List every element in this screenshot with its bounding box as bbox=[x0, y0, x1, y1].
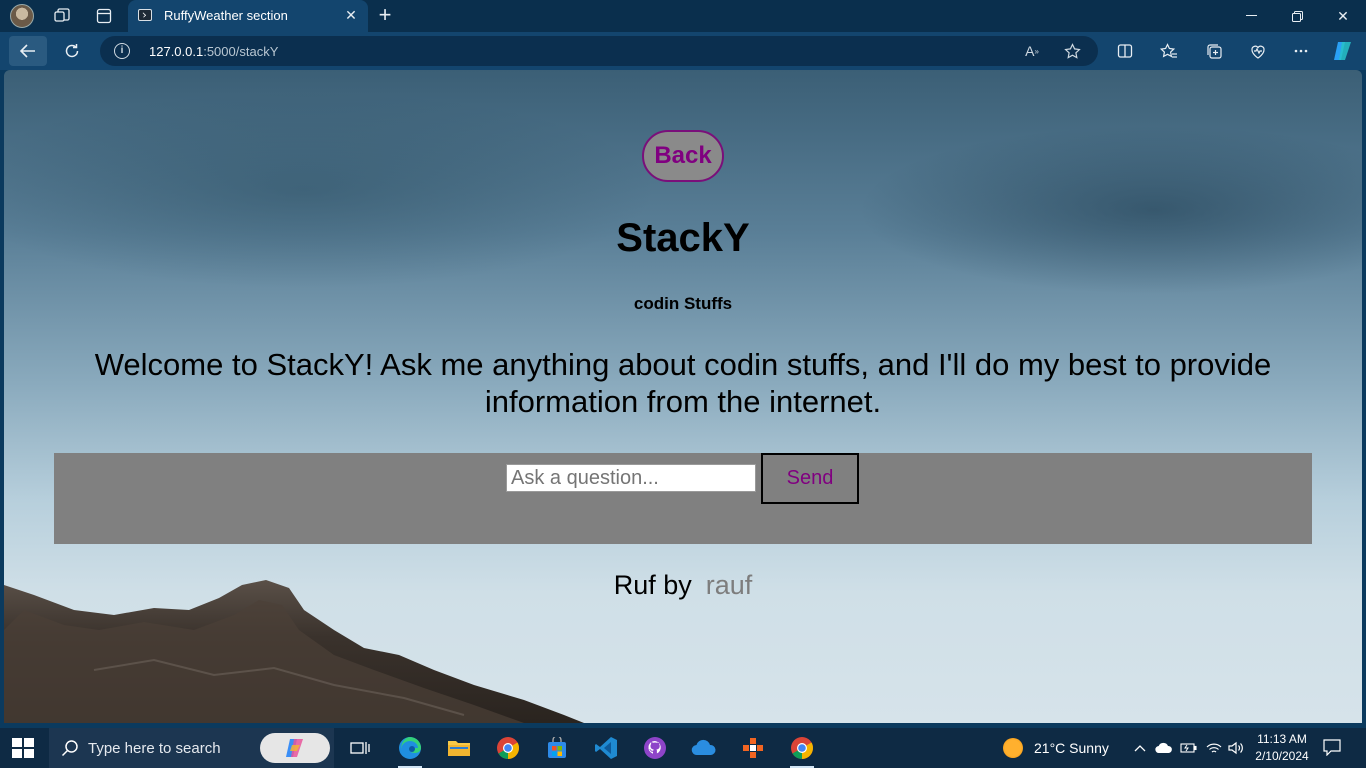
copilot-icon[interactable] bbox=[1330, 38, 1356, 64]
chat-box: Send bbox=[54, 453, 1312, 544]
windows-taskbar: Type here to search 21°C Sunny 11:13 AM … bbox=[0, 728, 1366, 768]
task-view-icon[interactable] bbox=[344, 732, 376, 764]
browser-toolbar: i 127.0.0.1:5000/stackY A» bbox=[0, 32, 1366, 70]
speaker-icon[interactable] bbox=[1226, 738, 1246, 758]
close-tab-icon[interactable]: ✕ bbox=[341, 5, 361, 25]
battery-icon[interactable] bbox=[1179, 738, 1199, 758]
split-screen-icon[interactable] bbox=[1112, 38, 1138, 64]
chevron-up-icon[interactable] bbox=[1130, 738, 1150, 758]
workspaces-icon[interactable] bbox=[50, 4, 74, 28]
close-window-icon[interactable]: ✕ bbox=[1320, 0, 1366, 32]
chrome-app-icon-2[interactable] bbox=[786, 732, 818, 768]
new-tab-plus-icon[interactable]: + bbox=[372, 3, 398, 29]
browser-essentials-icon[interactable] bbox=[1245, 38, 1271, 64]
favorites-icon[interactable] bbox=[1156, 38, 1182, 64]
footer-prefix: Ruf by bbox=[613, 570, 692, 600]
url-text[interactable]: 127.0.0.1:5000/stackY bbox=[149, 44, 278, 59]
taskbar-search-box[interactable]: Type here to search bbox=[49, 728, 334, 768]
address-bar[interactable]: i 127.0.0.1:5000/stackY A» bbox=[100, 36, 1098, 66]
microsoft-store-icon[interactable] bbox=[541, 732, 573, 764]
copilot-search-icon[interactable] bbox=[260, 733, 330, 763]
system-clock[interactable]: 11:13 AM 2/10/2024 bbox=[1249, 731, 1315, 765]
github-desktop-icon[interactable] bbox=[639, 732, 671, 764]
clock-date: 2/10/2024 bbox=[1255, 749, 1309, 763]
page-title: StackY bbox=[616, 216, 750, 260]
restore-icon[interactable] bbox=[1274, 0, 1320, 32]
url-path: :5000/stackY bbox=[203, 44, 279, 59]
browser-back-arrow-icon[interactable] bbox=[9, 36, 47, 66]
footer-author-link[interactable]: rauf bbox=[706, 570, 753, 600]
browser-tab-active[interactable]: RuffyWeather section ✕ bbox=[128, 0, 368, 32]
send-button[interactable]: Send bbox=[761, 453, 859, 504]
welcome-message: Welcome to StackY! Ask me anything about… bbox=[94, 347, 1272, 419]
vscode-app-icon[interactable] bbox=[590, 732, 622, 764]
flutter-tool-app-icon[interactable] bbox=[737, 732, 769, 764]
tab-actions-icon[interactable] bbox=[92, 4, 116, 28]
profile-avatar-icon[interactable] bbox=[10, 4, 34, 28]
file-explorer-icon[interactable] bbox=[443, 732, 475, 764]
site-info-icon[interactable]: i bbox=[114, 43, 130, 59]
read-aloud-icon[interactable]: A» bbox=[1022, 41, 1042, 61]
notification-center-icon[interactable] bbox=[1322, 738, 1344, 758]
question-input[interactable] bbox=[506, 464, 756, 492]
refresh-icon[interactable] bbox=[56, 36, 88, 66]
chrome-app-icon[interactable] bbox=[492, 732, 524, 764]
edge-app-icon[interactable] bbox=[394, 732, 426, 768]
collections-icon[interactable] bbox=[1201, 38, 1227, 64]
clock-time: 11:13 AM bbox=[1257, 732, 1307, 746]
windows-start-icon[interactable] bbox=[12, 738, 34, 758]
weather-text: 21°C Sunny bbox=[1034, 740, 1109, 756]
terminal-favicon-icon bbox=[138, 9, 152, 21]
back-link-button[interactable]: Back bbox=[642, 130, 724, 182]
search-placeholder: Type here to search bbox=[88, 740, 221, 757]
page-viewport: Back StackY codin Stuffs Welcome to Stac… bbox=[4, 70, 1362, 723]
footer: Ruf by rauf bbox=[4, 570, 1362, 601]
minimize-icon[interactable] bbox=[1228, 0, 1274, 32]
page-subtitle: codin Stuffs bbox=[633, 294, 733, 313]
onedrive-icon[interactable] bbox=[688, 732, 720, 764]
browser-title-bar: RuffyWeather section ✕ + ✕ bbox=[0, 0, 1366, 32]
sunny-icon bbox=[1003, 738, 1023, 758]
weather-widget[interactable]: 21°C Sunny bbox=[1003, 737, 1109, 759]
wifi-icon[interactable] bbox=[1204, 738, 1224, 758]
more-options-icon[interactable] bbox=[1288, 38, 1314, 64]
tab-title: RuffyWeather section bbox=[164, 8, 288, 23]
favorite-star-icon[interactable] bbox=[1062, 41, 1082, 61]
search-icon bbox=[61, 740, 78, 757]
onedrive-tray-icon[interactable] bbox=[1154, 738, 1174, 758]
url-host: 127.0.0.1 bbox=[149, 44, 204, 59]
